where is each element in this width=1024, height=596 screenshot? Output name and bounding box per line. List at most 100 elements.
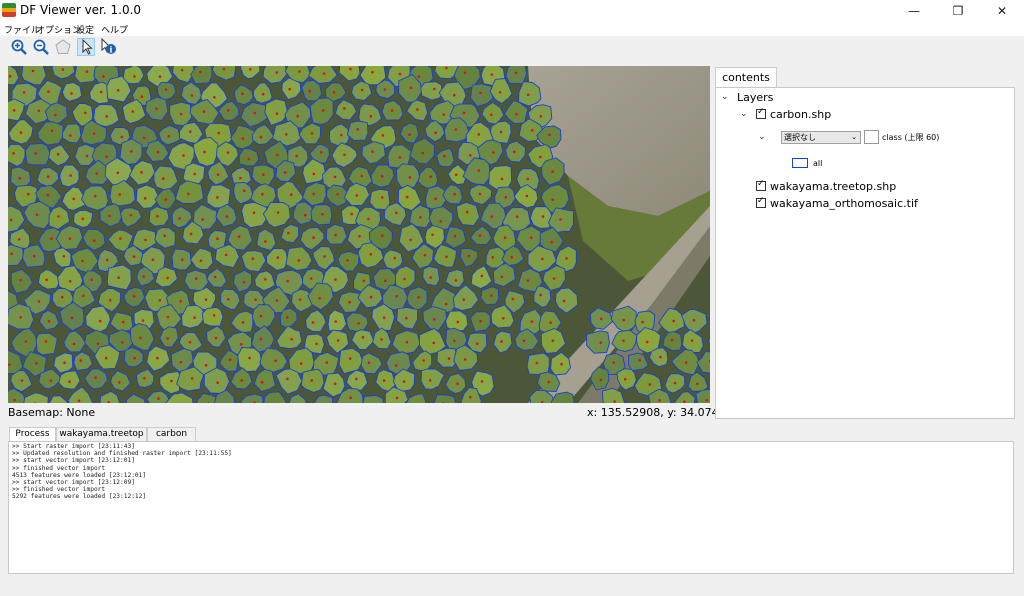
treetop-marker [81,259,84,263]
treetop-marker [264,240,267,243]
menu-options[interactable]: オプション [36,23,81,36]
treetop-marker [37,109,41,113]
treetop-marker [163,234,166,238]
treetop-marker [181,258,184,262]
polygon-icon[interactable] [54,38,72,56]
treetop-marker [405,316,408,320]
chevron-down-icon[interactable]: ⌄ [721,92,729,102]
treetop-marker [445,255,448,259]
treetop-marker [565,257,568,260]
treetop-marker [456,320,460,324]
treetop-marker [515,215,519,218]
menu-help[interactable]: ヘルプ [101,23,128,36]
chevron-down-icon[interactable]: ⌄ [740,109,748,119]
treetop-marker [179,112,183,116]
treetop-marker [105,155,108,159]
treetop-marker [121,341,124,344]
treetop-marker [178,217,181,220]
treetop-marker [290,193,293,196]
menu-file[interactable]: ファイル [4,23,40,36]
treetop-marker [423,254,427,257]
treetop-marker [46,193,50,197]
treetop-marker [308,89,311,93]
zoom-out-icon[interactable] [32,38,50,56]
treetop-marker [46,175,50,178]
treetop-marker [343,153,346,157]
treetop-marker [56,152,60,156]
treetop-marker [490,294,493,297]
treetop-marker [228,358,232,362]
treetop-marker [395,211,398,215]
orthomosaic-layer-checkbox[interactable] [756,196,766,208]
treetop-marker [552,277,556,280]
treetop-marker [690,339,694,342]
treetop-marker [156,356,159,360]
treetop-marker [499,130,503,134]
zoom-in-icon[interactable] [10,38,28,56]
treetop-marker [262,173,265,176]
treetop-marker [140,95,144,98]
tab-process[interactable]: Process [9,427,56,442]
treetop-marker [477,169,481,172]
treetop-marker [166,276,169,280]
treetop-marker [188,340,192,344]
treetop-marker [94,376,97,379]
treetop-marker [202,110,206,113]
treetop-marker [514,71,518,75]
treetop-marker [467,254,471,258]
treetop-marker [298,70,301,73]
crown-polygon [35,332,58,356]
treetop-marker [312,236,315,239]
minimize-button[interactable]: — [892,0,936,22]
treetop-marker [434,131,437,135]
treetop-marker [82,294,85,297]
treetop-marker [408,133,411,136]
close-button[interactable]: ✕ [980,0,1024,22]
layers-root: Layers [737,91,774,104]
tab-treetop[interactable]: wakayama.treetop [56,427,147,441]
class-color-swatch[interactable] [864,130,879,144]
carbon-layer-checkbox[interactable] [756,107,766,119]
treetop-marker [360,88,364,92]
treetop-marker [249,68,252,71]
log-line: >> finished vector import [12,464,106,472]
treetop-marker [190,94,194,97]
treetop-marker [539,293,542,297]
treetop-marker [454,173,458,176]
treetop-marker [151,258,155,262]
tab-contents[interactable]: contents [715,67,777,87]
treetop-marker [439,220,443,223]
chevron-down-icon: ⌄ [851,133,857,141]
pointer-icon[interactable] [77,38,95,56]
menu-settings[interactable]: 設定 [76,23,94,36]
treetop-marker [453,234,457,238]
treetop-marker [189,130,192,133]
log-line: >> finished vector import [12,486,106,494]
treetop-marker [189,232,193,236]
treetop-marker [96,342,100,346]
treetop-marker [204,363,208,367]
class-field-select[interactable]: 選択なし ⌄ [781,131,861,144]
treetop-marker [198,70,202,74]
treetop-marker [479,319,482,323]
treetop-marker [530,129,534,132]
tab-carbon[interactable]: carbon [147,427,196,441]
treetop-marker [259,337,263,341]
info-pointer-icon[interactable]: i [99,37,117,56]
treetop-marker [162,177,165,180]
treetop-marker [254,298,257,301]
treetop-marker [77,399,81,403]
treetop-marker [541,215,545,218]
chevron-down-icon[interactable]: ⌄ [758,132,766,142]
treetop-marker [343,107,346,110]
treetop-marker [17,238,21,241]
map-canvas[interactable] [8,66,710,403]
treetop-marker [248,356,251,360]
treetop-layer-checkbox[interactable] [756,179,766,191]
treetop-marker [456,382,459,386]
treetop-marker [62,255,66,258]
maximize-button[interactable]: ❐ [936,0,980,22]
log-line: >> start vector import [23:12:01] [12,457,135,465]
treetop-marker [346,259,349,262]
treetop-marker [394,364,398,367]
